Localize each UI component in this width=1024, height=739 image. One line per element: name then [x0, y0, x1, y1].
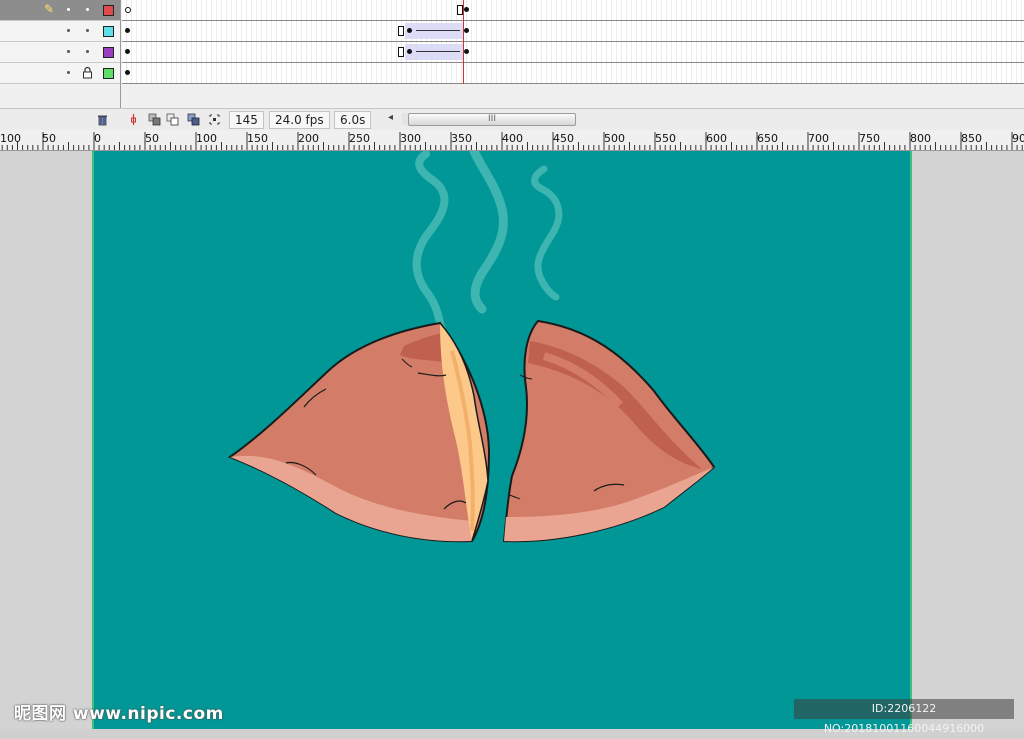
keyframe[interactable]	[407, 49, 412, 54]
steam-wisp-middle	[469, 151, 508, 314]
timeline-status-bar: 145 24.0 fps 6.0s ◂ III	[0, 108, 1024, 132]
frame-row-4[interactable]	[122, 63, 1024, 84]
ruler-label: 100	[196, 132, 217, 145]
tween-arrow	[416, 30, 460, 31]
timeline-panel: ✎ 145 24.0 fps 6.0s ◂ III	[0, 0, 1024, 132]
ruler-label: 850	[961, 132, 982, 145]
motion-tween-span[interactable]	[405, 23, 463, 39]
keyframe[interactable]	[464, 7, 469, 12]
layer-row-4[interactable]	[0, 63, 120, 84]
ruler-label: 0	[94, 132, 101, 145]
layer-row-3[interactable]	[0, 42, 120, 63]
ruler-label: 500	[604, 132, 625, 145]
onion-skin-outlines-icon[interactable]	[166, 113, 179, 126]
steam-wisp-left	[412, 151, 449, 333]
current-frame-readout: 145	[229, 111, 264, 129]
site-watermark: 昵图网 www.nipic.com	[14, 699, 224, 724]
sweet-potato-artwork[interactable]	[94, 151, 910, 729]
stage-canvas[interactable]	[92, 151, 912, 729]
steam-wisps	[412, 151, 563, 333]
lock-dot[interactable]	[86, 29, 89, 32]
empty-keyframe[interactable]	[125, 7, 131, 13]
ruler-label: 750	[859, 132, 880, 145]
layer-row-2[interactable]	[0, 21, 120, 42]
keyframe[interactable]	[125, 49, 130, 54]
steam-wisp-right	[531, 165, 563, 301]
ruler-label: 50	[145, 132, 159, 145]
timeline-scrollbar[interactable]: ◂ III	[386, 112, 578, 126]
keyframe[interactable]	[464, 49, 469, 54]
frame-rate-readout[interactable]: 24.0 fps	[269, 111, 330, 129]
pasteboard[interactable]	[0, 151, 1024, 729]
ruler-label: 450	[553, 132, 574, 145]
ruler-label: 700	[808, 132, 829, 145]
visibility-dot[interactable]	[67, 71, 70, 74]
layer-color-swatch[interactable]	[103, 47, 114, 58]
ruler-label: 350	[451, 132, 472, 145]
onion-skin-icon[interactable]	[148, 113, 161, 126]
scrollbar-thumb[interactable]: III	[408, 113, 576, 126]
ruler-label: 300	[400, 132, 421, 145]
ruler-label: 200	[298, 132, 319, 145]
keyframe[interactable]	[464, 28, 469, 33]
center-frame-icon[interactable]	[127, 113, 140, 126]
layer-color-swatch[interactable]	[103, 5, 114, 16]
image-id-watermark: ID:2206122 NO:20181001160044916000	[794, 699, 1014, 735]
visibility-dot[interactable]	[67, 50, 70, 53]
visibility-dot[interactable]	[67, 29, 70, 32]
frame-grid[interactable]	[122, 0, 1024, 84]
layer-row-1[interactable]: ✎	[0, 0, 120, 21]
potato-left-half	[227, 321, 491, 543]
keyframe[interactable]	[125, 70, 130, 75]
keyframe[interactable]	[125, 28, 130, 33]
ruler-label: 150	[247, 132, 268, 145]
ruler-label: 650	[757, 132, 778, 145]
tween-arrow	[416, 51, 460, 52]
end-frame-marker[interactable]	[398, 47, 404, 57]
ruler-label: 50	[42, 132, 56, 145]
visibility-dot[interactable]	[67, 8, 70, 11]
keyframe[interactable]	[407, 28, 412, 33]
scroll-left-arrow-icon[interactable]: ◂	[388, 112, 393, 123]
potato-right-half	[502, 319, 716, 543]
site-url: www.nipic.com	[72, 704, 224, 724]
frame-row-1[interactable]	[122, 0, 1024, 21]
ruler-label: 90	[1012, 132, 1024, 145]
lock-icon[interactable]	[82, 66, 93, 79]
end-frame-marker[interactable]	[398, 26, 404, 36]
ruler-label: 550	[655, 132, 676, 145]
lock-dot[interactable]	[86, 8, 89, 11]
frame-row-2[interactable]	[122, 21, 1024, 42]
motion-tween-span[interactable]	[405, 44, 463, 60]
edit-multiple-frames-icon[interactable]	[187, 113, 200, 126]
layer-color-swatch[interactable]	[103, 68, 114, 79]
site-name: 昵图网	[14, 704, 67, 724]
elapsed-time-readout: 6.0s	[334, 111, 372, 129]
ruler-label: 250	[349, 132, 370, 145]
frame-row-3[interactable]	[122, 42, 1024, 63]
playhead[interactable]	[463, 0, 464, 84]
ruler-label: 100	[0, 132, 21, 145]
ruler-label: 800	[910, 132, 931, 145]
ruler-label: 600	[706, 132, 727, 145]
ruler-label: 400	[502, 132, 523, 145]
layer-color-swatch[interactable]	[103, 26, 114, 37]
horizontal-ruler: 100 50 0 50 100 150 200 250 300 350 400 …	[0, 130, 1024, 151]
lock-dot[interactable]	[86, 50, 89, 53]
modify-onion-markers-icon[interactable]	[208, 113, 221, 126]
trash-icon[interactable]	[96, 113, 109, 126]
pencil-icon: ✎	[44, 2, 55, 16]
